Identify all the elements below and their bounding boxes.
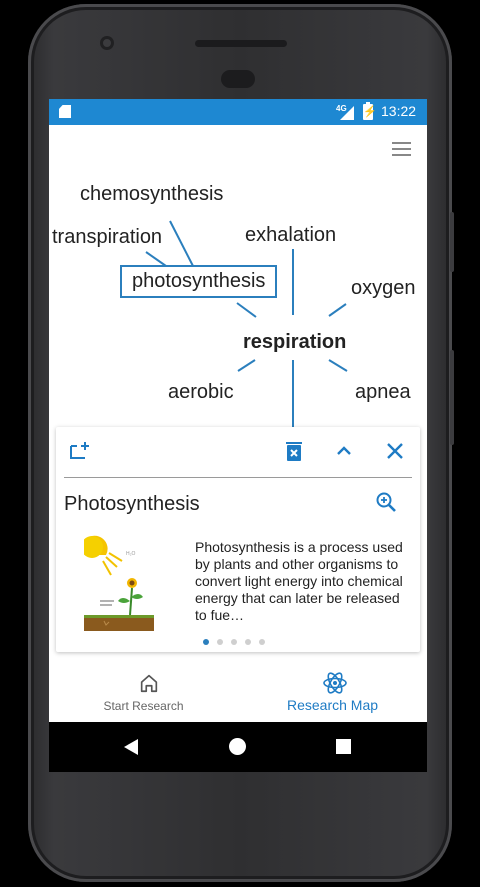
front-camera xyxy=(100,36,114,50)
proximity-sensor xyxy=(221,70,255,88)
info-card: Photosynthesis H₂O Photosynthesis is a p… xyxy=(56,427,420,652)
back-icon[interactable] xyxy=(124,739,138,755)
node-photosynthesis[interactable]: photosynthesis xyxy=(120,265,278,298)
add-tab-icon[interactable] xyxy=(68,439,92,463)
home-icon xyxy=(137,672,161,696)
node-transpiration[interactable]: transpiration xyxy=(52,226,162,249)
screen: 4G ⚡ 13:22 chemosynthesis transpiration … xyxy=(49,99,427,772)
nav-label: Research Map xyxy=(286,697,379,713)
page-dot[interactable] xyxy=(217,639,223,645)
recent-apps-icon[interactable] xyxy=(336,739,351,754)
earpiece-speaker xyxy=(195,40,287,47)
node-chemosynthesis[interactable]: chemosynthesis xyxy=(80,183,223,206)
page-dot[interactable] xyxy=(231,639,237,645)
card-divider xyxy=(64,477,412,478)
link-apnea xyxy=(328,359,348,372)
node-apnea[interactable]: apnea xyxy=(355,381,411,404)
page-dot[interactable] xyxy=(203,639,209,645)
link-photosynthesis xyxy=(236,302,257,318)
svg-text:H₂O: H₂O xyxy=(126,551,136,557)
system-navigation-bar xyxy=(49,722,427,772)
map-connections xyxy=(145,220,348,429)
node-aerobic[interactable]: aerobic xyxy=(168,381,234,404)
bottom-navigation: Start Research Research Map xyxy=(49,662,427,720)
page-dot[interactable] xyxy=(259,639,265,645)
home-button-icon[interactable] xyxy=(229,738,246,755)
nav-research-map[interactable]: Research Map xyxy=(238,662,427,720)
nav-label: Start Research xyxy=(103,699,184,713)
node-oxygen[interactable]: oxygen xyxy=(351,277,416,300)
node-respiration[interactable]: respiration xyxy=(243,331,346,354)
close-icon[interactable] xyxy=(383,439,407,463)
nav-start-research[interactable]: Start Research xyxy=(49,662,238,720)
zoom-in-icon[interactable] xyxy=(375,491,397,513)
card-title: Photosynthesis xyxy=(64,493,200,515)
card-toolbar xyxy=(56,427,420,477)
node-exhalation[interactable]: exhalation xyxy=(245,224,336,247)
card-description: Photosynthesis is a process used by plan… xyxy=(195,539,403,623)
atom-icon xyxy=(322,670,347,694)
chevron-up-icon[interactable] xyxy=(332,439,356,463)
page-dot[interactable] xyxy=(245,639,251,645)
page-indicator xyxy=(203,639,265,645)
delete-icon[interactable] xyxy=(282,439,306,463)
link-chemosynthesis xyxy=(169,220,194,267)
volume-button xyxy=(450,212,454,272)
photosynthesis-thumbnail: H₂O xyxy=(81,535,159,631)
link-aerobic xyxy=(237,359,256,372)
power-button xyxy=(450,350,454,445)
link-transpiration xyxy=(145,251,167,267)
link-oxygen xyxy=(328,303,347,317)
